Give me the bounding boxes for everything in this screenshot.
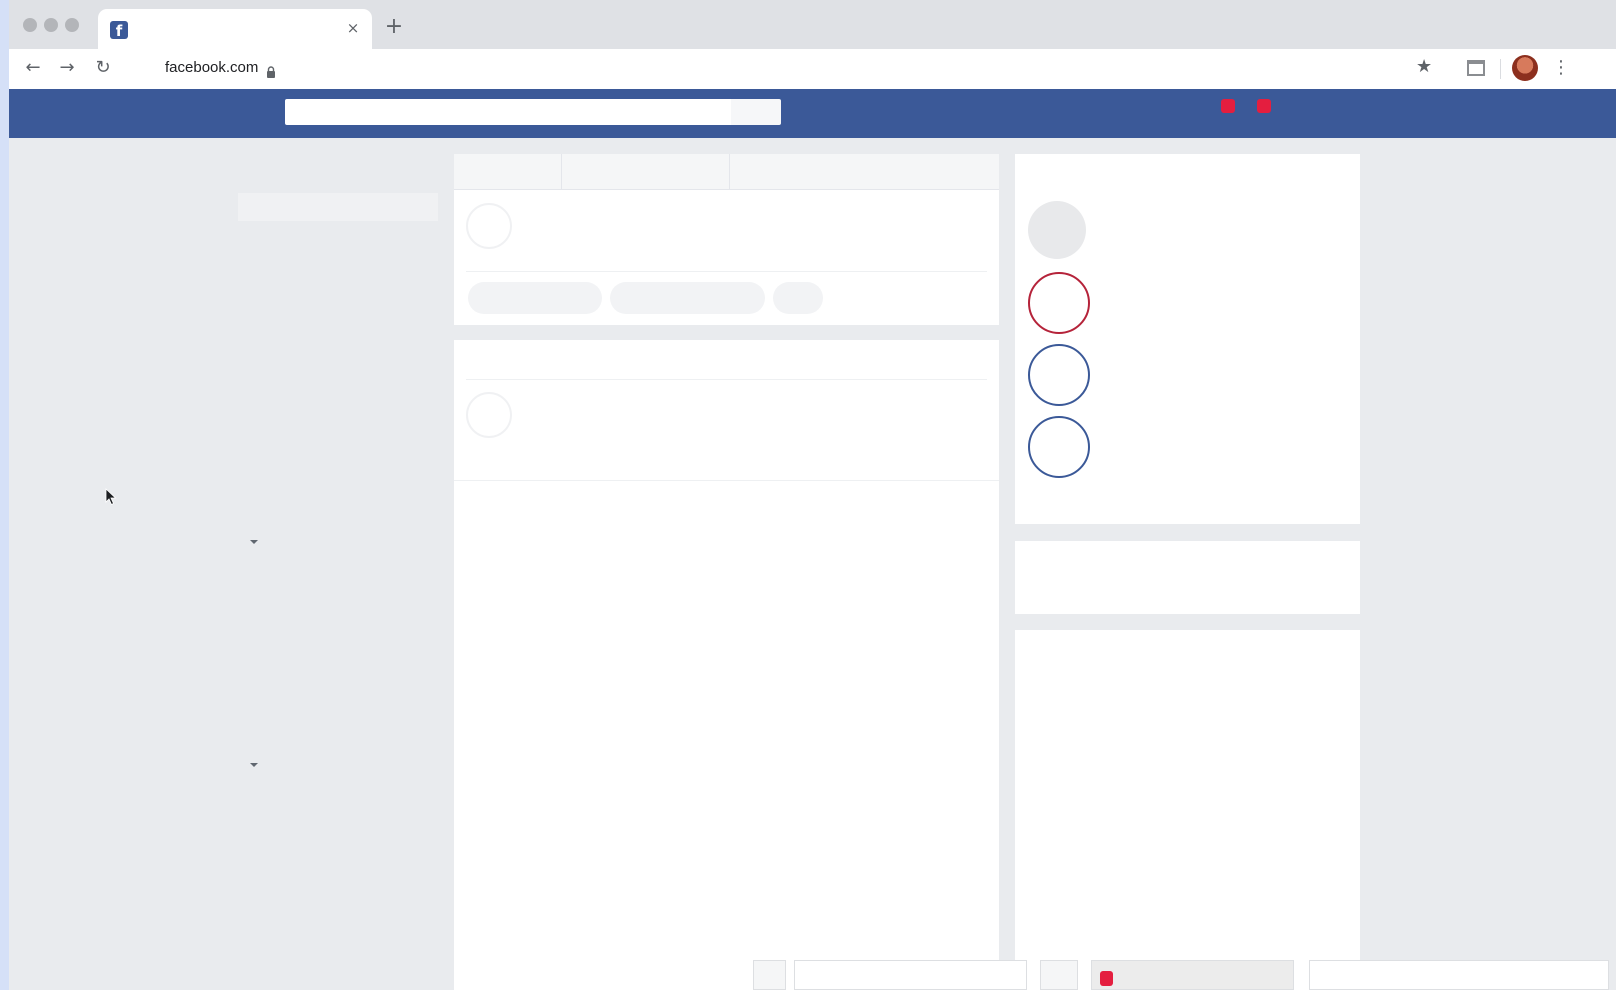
chat-dock-panel[interactable] — [794, 960, 1027, 990]
forward-arrow-icon[interactable]: → — [54, 55, 80, 81]
reload-icon[interactable]: ↻ — [90, 55, 116, 81]
story-avatar[interactable] — [1028, 201, 1086, 259]
composer-action-button[interactable] — [468, 282, 602, 314]
composer-divider — [466, 271, 987, 272]
chat-dock-panel[interactable] — [1091, 960, 1294, 990]
tab-close-icon[interactable]: × — [343, 18, 363, 38]
browser-window: f × + ← → ↻ facebook.com ★ ⋮ — [9, 0, 1616, 990]
search-input[interactable] — [285, 99, 731, 125]
tab-live-video[interactable] — [730, 154, 999, 190]
cursor-icon — [105, 488, 117, 506]
back-arrow-icon[interactable]: ← — [20, 55, 46, 81]
cast-icon[interactable] — [1467, 60, 1485, 76]
chevron-down-icon[interactable] — [250, 540, 258, 544]
tab-strip: f × + — [9, 0, 1616, 49]
story-avatar[interactable] — [1028, 344, 1090, 406]
notification-badge-icon[interactable] — [1221, 99, 1235, 113]
lock-icon — [267, 66, 275, 78]
window-minimize-button[interactable] — [44, 18, 58, 32]
address-bar[interactable]: facebook.com — [129, 53, 1401, 83]
chat-unread-badge-icon — [1100, 971, 1113, 986]
composer-tabs — [454, 154, 999, 190]
window-zoom-button[interactable] — [65, 18, 79, 32]
right-widget-card — [1015, 541, 1360, 614]
right-feed-card — [1015, 630, 1360, 990]
facebook-header — [9, 89, 1616, 138]
post-divider — [454, 480, 999, 481]
window-close-button[interactable] — [23, 18, 37, 32]
facebook-logo-icon: f — [110, 21, 128, 39]
chat-dock-button[interactable] — [753, 960, 786, 990]
left-nav-placeholder — [238, 193, 438, 221]
stories-card — [1015, 154, 1360, 524]
composer-action-button[interactable] — [610, 282, 765, 314]
composer-avatar — [466, 203, 512, 249]
chevron-down-icon[interactable] — [250, 763, 258, 767]
chat-dock-panel[interactable] — [1309, 960, 1609, 990]
browser-tab[interactable]: f × — [98, 9, 372, 49]
bookmark-star-icon[interactable]: ★ — [1416, 56, 1432, 78]
toolbar-divider — [1500, 59, 1501, 79]
post-avatar — [466, 392, 512, 438]
post-divider — [466, 379, 987, 380]
browser-toolbar: ← → ↻ facebook.com ★ ⋮ — [9, 49, 1616, 89]
tab-photo-video[interactable] — [562, 154, 730, 190]
feed-post — [454, 340, 999, 990]
post-composer — [454, 154, 999, 325]
new-tab-icon[interactable]: + — [383, 16, 405, 38]
browser-menu-icon[interactable]: ⋮ — [1552, 57, 1570, 79]
story-avatar[interactable] — [1028, 272, 1090, 334]
search-button[interactable] — [731, 99, 781, 125]
tab-create-post[interactable] — [454, 154, 562, 190]
avatar[interactable] — [1512, 55, 1538, 81]
notification-badge-icon[interactable] — [1257, 99, 1271, 113]
url-text: facebook.com — [165, 59, 259, 76]
composer-action-button[interactable] — [773, 282, 823, 314]
chat-dock-button[interactable] — [1040, 960, 1078, 990]
story-avatar[interactable] — [1028, 416, 1090, 478]
